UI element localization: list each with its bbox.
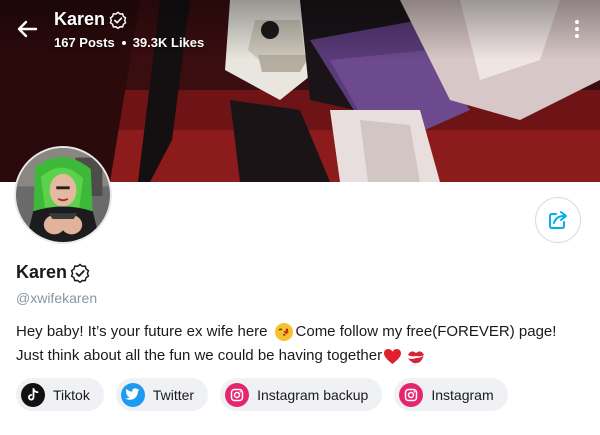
link-chip-instagram-backup[interactable]: Instagram backup (220, 378, 383, 411)
share-icon (549, 211, 567, 229)
instagram-icon (225, 382, 250, 407)
instagram-icon (399, 382, 424, 407)
back-button[interactable] (12, 14, 42, 44)
link-chip-twitter[interactable]: Twitter (115, 378, 209, 411)
bio-line-2: Just think about all the fun we could be… (16, 344, 596, 368)
posts-count: 167 Posts (54, 35, 115, 50)
bio-line-1: Hey baby! It’s your future ex wife here … (16, 320, 596, 344)
link-chip-instagram[interactable]: Instagram (394, 378, 508, 411)
face-blowing-kiss-emoji-icon (274, 323, 293, 341)
bio-text-1a: Hey baby! It’s your future ex wife here (16, 323, 268, 340)
bio-text-1b: Come follow my free(FOREVER) page! (295, 323, 557, 340)
header-stats: 167 Posts 39.3K Likes (54, 35, 204, 50)
link-label: Instagram (431, 386, 494, 403)
tiktok-icon (21, 382, 45, 407)
arrow-left-icon (17, 20, 38, 38)
share-button[interactable] (535, 197, 581, 243)
profile-bio: Hey baby! It’s your future ex wife here … (16, 320, 596, 368)
red-heart-emoji-icon (384, 348, 402, 364)
verified-badge-icon (109, 10, 127, 29)
link-label: Twitter (152, 386, 195, 403)
profile-handle: @xwifekaren (16, 290, 98, 306)
link-label: Instagram backup (257, 386, 369, 403)
twitter-icon (120, 382, 145, 407)
verified-badge-icon (70, 263, 90, 283)
header-name: Karen (54, 9, 106, 29)
avatar-photo (16, 148, 110, 242)
link-chip-tiktok[interactable]: Tiktok (16, 378, 104, 411)
profile-name: Karen (16, 262, 68, 282)
link-label: Tiktok (53, 386, 90, 403)
avatar[interactable] (14, 146, 112, 244)
more-vertical-icon (575, 20, 579, 24)
bio-text-2: Just think about all the fun we could be… (16, 347, 383, 364)
more-options-button[interactable] (566, 14, 588, 44)
profile-name-row: Karen (16, 262, 90, 283)
header-info: Karen 167 Posts 39.3K Likes (54, 9, 204, 50)
likes-count: 39.3K Likes (132, 35, 205, 50)
social-links: Tiktok Twitter Instagram backup Instagra… (16, 378, 508, 411)
stats-separator (121, 40, 126, 45)
kiss-mark-emoji-icon (408, 350, 425, 363)
